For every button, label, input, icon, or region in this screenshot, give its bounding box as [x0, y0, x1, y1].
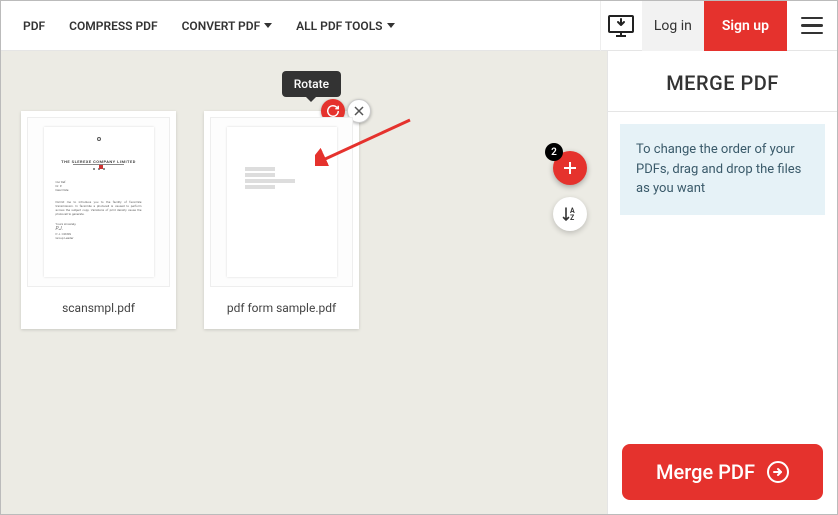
nav-links: PDF COMPRESS PDF CONVERT PDF ALL PDF TOO… — [1, 19, 407, 33]
tip-box: To change the order of your PDFs, drag a… — [620, 124, 825, 215]
arrow-right-icon — [767, 461, 789, 483]
nav-label: PDF — [23, 19, 45, 33]
cta-label: Merge PDF — [656, 460, 755, 484]
merge-pdf-button[interactable]: Merge PDF — [622, 444, 823, 500]
caret-down-icon — [387, 23, 395, 28]
doc-page-mock: THE SLEREXE COMPANY LIMITED Our Ref.Dr. … — [44, 127, 154, 277]
signup-label: Sign up — [722, 18, 769, 34]
sort-button[interactable]: AZ — [553, 197, 587, 231]
download-desktop-icon[interactable] — [600, 1, 642, 51]
sidebar: MERGE PDF To change the order of your PD… — [607, 51, 837, 514]
file-thumbnail[interactable]: Rotate pdf form sample.pdf — [204, 111, 359, 329]
file-name: pdf form sample.pdf — [210, 287, 353, 323]
file-preview: THE SLEREXE COMPANY LIMITED Our Ref.Dr. … — [27, 117, 170, 287]
floating-controls: 2 AZ — [553, 151, 587, 231]
nav-item-pdf[interactable]: PDF — [11, 19, 57, 33]
nav-item-compress[interactable]: COMPRESS PDF — [57, 19, 169, 33]
nav-item-alltools[interactable]: ALL PDF TOOLS — [284, 19, 406, 33]
file-preview — [210, 117, 353, 287]
divider — [608, 111, 837, 112]
nav-item-convert[interactable]: CONVERT PDF — [170, 19, 285, 33]
svg-text:Z: Z — [570, 214, 575, 222]
signup-button[interactable]: Sign up — [704, 1, 787, 51]
rotate-tooltip: Rotate — [282, 71, 341, 97]
hamburger-menu-icon[interactable] — [787, 1, 837, 51]
main-area: THE SLEREXE COMPANY LIMITED Our Ref.Dr. … — [1, 51, 837, 514]
file-count-badge: 2 — [545, 143, 563, 161]
doc-page-mock — [227, 127, 337, 277]
file-thumbnail[interactable]: THE SLEREXE COMPANY LIMITED Our Ref.Dr. … — [21, 111, 176, 329]
login-button[interactable]: Log in — [642, 1, 704, 51]
nav-label: CONVERT PDF — [182, 19, 261, 33]
login-label: Log in — [654, 18, 692, 34]
nav-label: ALL PDF TOOLS — [296, 19, 382, 33]
sidebar-title: MERGE PDF — [608, 51, 837, 111]
add-files-button[interactable]: 2 — [553, 151, 587, 185]
workspace: THE SLEREXE COMPANY LIMITED Our Ref.Dr. … — [1, 51, 607, 514]
file-name: scansmpl.pdf — [27, 287, 170, 323]
top-nav-bar: PDF COMPRESS PDF CONVERT PDF ALL PDF TOO… — [1, 1, 837, 51]
nav-label: COMPRESS PDF — [69, 19, 157, 33]
caret-down-icon — [264, 23, 272, 28]
